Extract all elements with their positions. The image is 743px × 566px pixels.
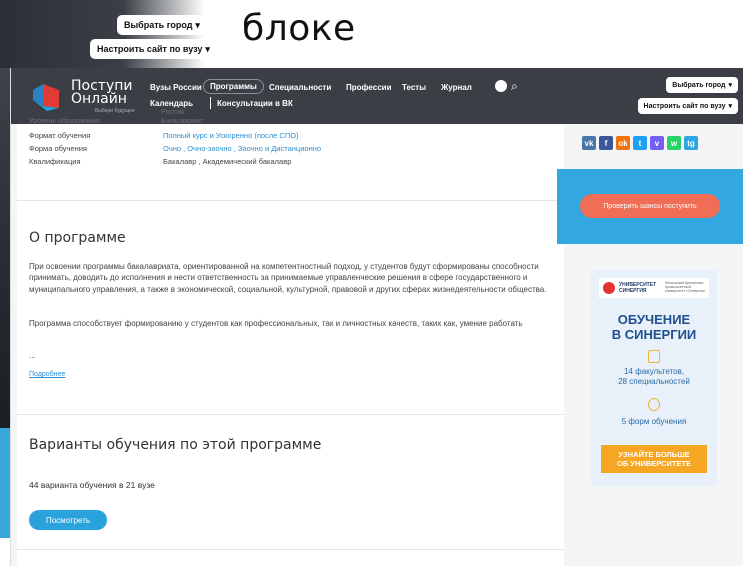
clock-icon [648,398,660,411]
telegram-icon[interactable]: tg [684,136,698,150]
choose-city-label: Выбрать город [672,81,726,89]
customize-site-button[interactable]: Настроить сайт по вузу ▾ [637,98,738,114]
nav-item-tests[interactable]: Тесты [402,83,426,92]
variants-count-number: 44 [29,480,39,490]
chevron-down-icon: ▾ [728,82,732,89]
bg-choose-city-label: Выбрать город [124,20,193,30]
ad-stat-faculties: 14 факультетов, [623,367,685,376]
chevron-down-icon: ▾ [205,43,210,54]
ad-title-line2: В СИНЕРГИИ [611,327,697,342]
synergy-logo: УНИВЕРСИТЕТ СИНЕРГИЯ Московский финансов… [599,278,709,298]
ad-title: ОБУЧЕНИЕ В СИНЕРГИИ [591,312,717,342]
whatsapp-icon[interactable]: w [667,136,681,150]
info-label-qualification: Квалификация [29,157,81,166]
nav-item-professions[interactable]: Профессии [346,83,392,92]
info-label-form: Форма обучения [29,144,87,153]
chevron-down-icon: ▾ [728,103,732,110]
learn-more-button[interactable]: УЗНАЙТЕ БОЛЬШЕ ОБ УНИВЕРСИТЕТЕ [601,445,707,473]
program-main-content: Формат обучения Полный курс и Ускоренно … [17,124,564,566]
bg-customize-site-button[interactable]: Настроить сайт по вузу ▾ [90,39,217,59]
about-paragraph-1: При освоении программы бакалавриата, ори… [29,262,547,294]
nav-separator [210,97,211,109]
nav-item-universities[interactable]: Вузы России [150,83,202,92]
synergy-ad-banner[interactable]: УНИВЕРСИТЕТ СИНЕРГИЯ Московский финансов… [591,270,717,486]
website-screenshot: Поступи Онлайн Выбери будущее Вузы Росси… [10,68,743,566]
nav-item-consultations[interactable]: Консультации в ВК [217,99,293,108]
nav-item-specialties[interactable]: Специальности [269,83,331,92]
variants-count-text: варианта обучения в [40,480,124,490]
learn-more-line2: ОБ УНИВЕРСИТЕТЕ [617,459,691,468]
variants-heading: Варианты обучения по этой программе [29,437,322,453]
search-icon[interactable]: ⌕ [511,79,518,94]
variants-vuz-text: вузе [137,480,155,490]
synergy-logo-text: УНИВЕРСИТЕТ СИНЕРГИЯ [619,282,656,294]
logo-tagline: Выбери будущее [95,108,135,114]
logo-cube-icon [33,84,59,111]
customize-site-label: Настроить сайт по вузу [643,102,726,110]
choose-city-button[interactable]: Выбрать город ▾ [666,77,738,93]
nav-item-journal[interactable]: Журнал [441,83,472,92]
logo-line2: Онлайн [71,91,127,107]
info-value-form[interactable]: Очно , Очно-заочно , Заочно и Дистанцион… [163,144,321,153]
book-icon [648,350,660,363]
section-divider [17,549,564,550]
twitter-icon[interactable]: t [633,136,647,150]
info-value-qualification: Бакалавр , Академический бакалавр [163,157,292,166]
more-link[interactable]: Подробнее [29,371,65,378]
section-divider [17,414,564,415]
synergy-logo-icon [603,282,615,294]
nav-item-programs[interactable]: Программы [203,79,264,94]
about-heading: О программе [29,230,126,246]
about-paragraph-2: Программа способствует формированию у ст… [29,319,523,328]
ad-title-line1: ОБУЧЕНИЕ [617,312,691,327]
about-ellipsis: ... [29,351,36,360]
facebook-icon[interactable]: f [599,136,613,150]
synergy-logo-subtitle: Московский финансово-промышленный универ… [665,281,706,293]
synergy-logo-line2: СИНЕРГИЯ [619,288,647,294]
vk-icon[interactable]: vk [582,136,596,150]
viber-icon[interactable]: v [650,136,664,150]
bg-choose-city-button[interactable]: Выбрать город ▾ [117,15,207,35]
faint-region-text: Россия [161,109,184,116]
slide-root: Выбрать город ▾ Настроить сайт по вузу ▾… [0,0,743,566]
chevron-down-icon: ▾ [195,19,200,30]
ad-stat-specialties: 28 специальностей [618,377,690,386]
view-variants-button[interactable]: Посмотреть [29,510,107,530]
logo-wordmark[interactable]: Поступи Онлайн [71,79,132,107]
social-share-row: vk f ok t v w tg [582,136,698,150]
variants-vuz-number: 21 [125,480,136,490]
learn-more-line1: УЗНАЙТЕ БОЛЬШЕ [618,450,690,459]
bg-customize-site-label: Настроить сайт по вузу [97,44,203,54]
nav-item-calendar[interactable]: Календарь [150,99,193,108]
info-label-format: Формат обучения [29,131,91,140]
ad-stat-forms: 5 форм обучения [621,417,687,426]
check-chances-button[interactable]: Проверить шансы поступить [580,194,720,218]
right-sidebar: vk f ok t v w tg Проверить шансы поступи… [557,124,743,566]
variants-count: 44 варианта обучения в 21 вузе [29,480,155,490]
section-divider [17,200,564,201]
info-value-format[interactable]: Полный курс и Ускоренно (после СПО) [163,131,299,140]
odnoklassniki-icon[interactable]: ok [616,136,630,150]
user-icon[interactable] [495,80,507,92]
top-navigation: Поступи Онлайн Выбери будущее Вузы Росси… [11,68,743,125]
slide-heading-word: блоке [242,8,356,49]
